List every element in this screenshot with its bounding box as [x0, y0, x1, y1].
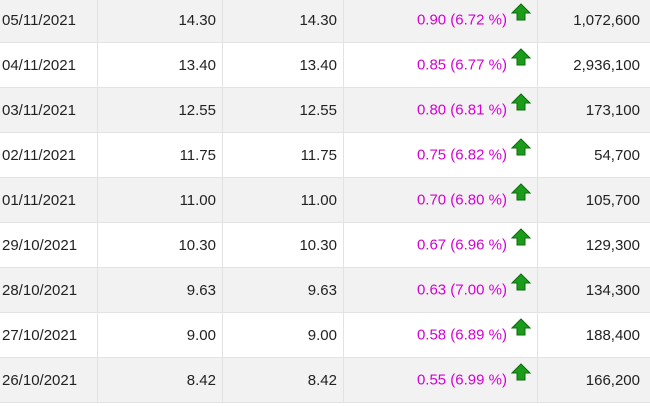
- date-cell: 03/11/2021: [0, 87, 98, 133]
- volume-cell: 54,700: [537, 132, 650, 178]
- date-cell: 02/11/2021: [0, 132, 98, 178]
- price-a-cell: 9.63: [97, 267, 223, 313]
- date-cell: 28/10/2021: [0, 267, 98, 313]
- date-cell: 01/11/2021: [0, 177, 98, 223]
- change-value: 0.70 (6.80 %): [416, 191, 507, 209]
- price-a-cell: 11.75: [97, 132, 223, 178]
- up-arrow-icon: [511, 93, 531, 111]
- change-value: 0.85 (6.77 %): [416, 56, 507, 74]
- price-a-cell: 9.00: [97, 312, 223, 358]
- up-arrow-icon: [511, 138, 531, 156]
- table-row: 02/11/2021 11.75 11.75 0.75 (6.82 %) 54,…: [0, 132, 650, 178]
- table-row: 28/10/2021 9.63 9.63 0.63 (7.00 %) 134,3…: [0, 267, 650, 313]
- volume-cell: 129,300: [537, 222, 650, 268]
- change-cell: 0.55 (6.99 %): [343, 357, 538, 403]
- change-value: 0.63 (7.00 %): [416, 281, 507, 299]
- date-cell: 05/11/2021: [0, 0, 98, 43]
- volume-cell: 173,100: [537, 87, 650, 133]
- table-row: 27/10/2021 9.00 9.00 0.58 (6.89 %) 188,4…: [0, 312, 650, 358]
- price-b-cell: 11.00: [222, 177, 344, 223]
- change-cell: 0.80 (6.81 %): [343, 87, 538, 133]
- change-value: 0.90 (6.72 %): [416, 11, 507, 29]
- table-row: 04/11/2021 13.40 13.40 0.85 (6.77 %) 2,9…: [0, 42, 650, 88]
- volume-cell: 105,700: [537, 177, 650, 223]
- change-value: 0.55 (6.99 %): [416, 371, 507, 389]
- change-value: 0.67 (6.96 %): [416, 236, 507, 254]
- price-b-cell: 11.75: [222, 132, 344, 178]
- date-cell: 27/10/2021: [0, 312, 98, 358]
- up-arrow-icon: [511, 183, 531, 201]
- volume-cell: 166,200: [537, 357, 650, 403]
- price-a-cell: 8.42: [97, 357, 223, 403]
- price-a-cell: 13.40: [97, 42, 223, 88]
- date-cell: 29/10/2021: [0, 222, 98, 268]
- price-history-table: 05/11/2021 14.30 14.30 0.90 (6.72 %) 1,0…: [0, 0, 650, 403]
- table-row: 26/10/2021 8.42 8.42 0.55 (6.99 %) 166,2…: [0, 357, 650, 403]
- price-b-cell: 12.55: [222, 87, 344, 133]
- volume-cell: 1,072,600: [537, 0, 650, 43]
- table-row: 01/11/2021 11.00 11.00 0.70 (6.80 %) 105…: [0, 177, 650, 223]
- price-b-cell: 9.00: [222, 312, 344, 358]
- up-arrow-icon: [511, 273, 531, 291]
- price-a-cell: 11.00: [97, 177, 223, 223]
- change-cell: 0.75 (6.82 %): [343, 132, 538, 178]
- change-cell: 0.67 (6.96 %): [343, 222, 538, 268]
- change-cell: 0.63 (7.00 %): [343, 267, 538, 313]
- change-cell: 0.90 (6.72 %): [343, 0, 538, 43]
- table-row: 29/10/2021 10.30 10.30 0.67 (6.96 %) 129…: [0, 222, 650, 268]
- price-a-cell: 12.55: [97, 87, 223, 133]
- price-history-body: 05/11/2021 14.30 14.30 0.90 (6.72 %) 1,0…: [0, 0, 650, 403]
- volume-cell: 188,400: [537, 312, 650, 358]
- table-row: 03/11/2021 12.55 12.55 0.80 (6.81 %) 173…: [0, 87, 650, 133]
- price-a-cell: 10.30: [97, 222, 223, 268]
- price-b-cell: 8.42: [222, 357, 344, 403]
- volume-cell: 134,300: [537, 267, 650, 313]
- up-arrow-icon: [511, 3, 531, 21]
- up-arrow-icon: [511, 318, 531, 336]
- date-cell: 26/10/2021: [0, 357, 98, 403]
- change-cell: 0.58 (6.89 %): [343, 312, 538, 358]
- price-b-cell: 10.30: [222, 222, 344, 268]
- volume-cell: 2,936,100: [537, 42, 650, 88]
- up-arrow-icon: [511, 363, 531, 381]
- up-arrow-icon: [511, 228, 531, 246]
- table-row: 05/11/2021 14.30 14.30 0.90 (6.72 %) 1,0…: [0, 0, 650, 43]
- change-value: 0.80 (6.81 %): [416, 101, 507, 119]
- price-b-cell: 13.40: [222, 42, 344, 88]
- price-a-cell: 14.30: [97, 0, 223, 43]
- change-value: 0.58 (6.89 %): [416, 326, 507, 344]
- change-cell: 0.70 (6.80 %): [343, 177, 538, 223]
- change-value: 0.75 (6.82 %): [416, 146, 507, 164]
- up-arrow-icon: [511, 48, 531, 66]
- price-b-cell: 14.30: [222, 0, 344, 43]
- price-b-cell: 9.63: [222, 267, 344, 313]
- change-cell: 0.85 (6.77 %): [343, 42, 538, 88]
- date-cell: 04/11/2021: [0, 42, 98, 88]
